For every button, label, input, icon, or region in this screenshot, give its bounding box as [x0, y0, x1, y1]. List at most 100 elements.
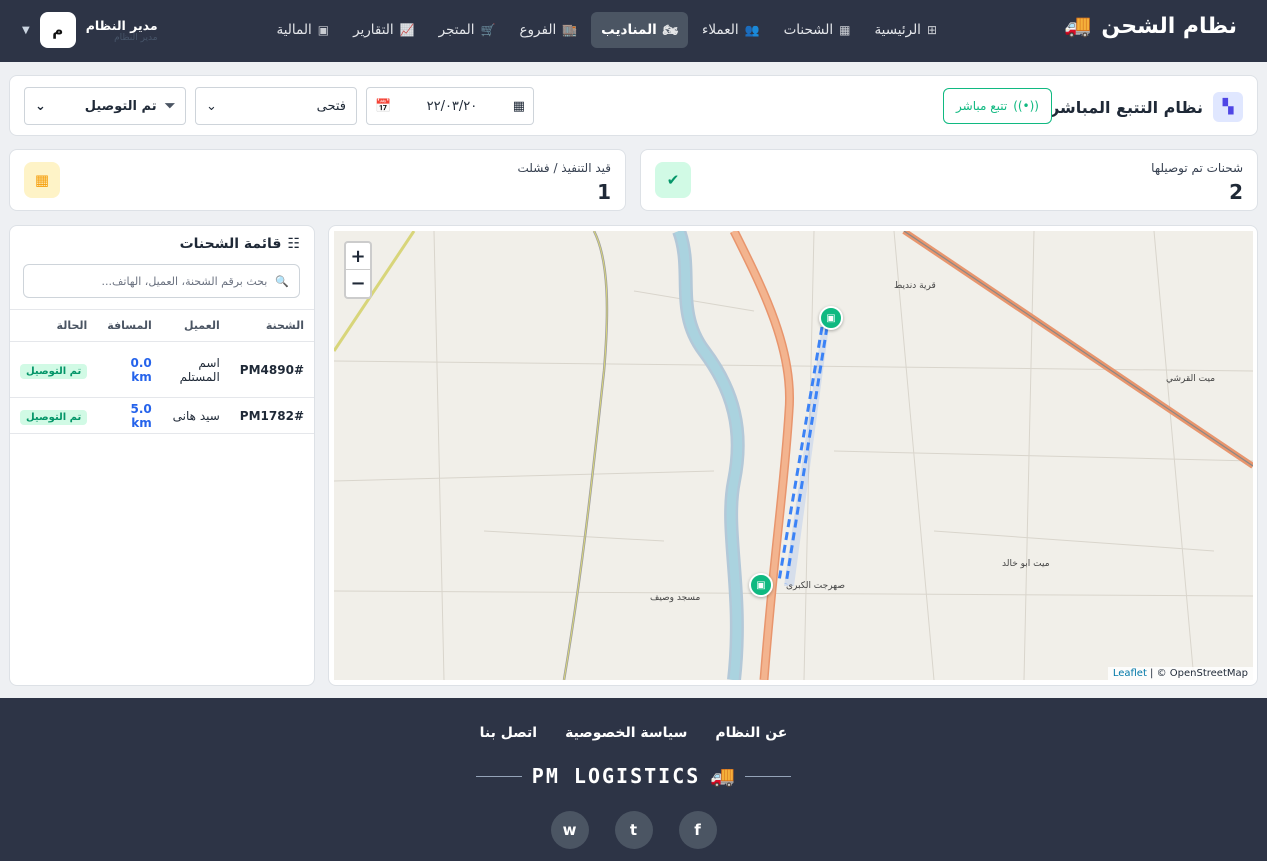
- nav-item-label: الشحنات: [783, 22, 834, 38]
- clipboard-check-icon: ✔: [655, 162, 691, 198]
- main-menu: ⊞ الرئيسية ▦ الشحنات 👥 العملاء 🏍 المناديب 🏬 ا…: [267, 12, 948, 48]
- customer-name: اسم المستلم: [161, 341, 230, 398]
- table-row[interactable]: #PM1782 سيد هانى 5.0 km تم التوصيل: [10, 397, 314, 434]
- map-label: صهرجت الكبرى: [786, 581, 845, 591]
- status-cell: تم التوصيل: [10, 341, 98, 398]
- footer-link-about[interactable]: عن النظام: [715, 725, 787, 741]
- motorcycle-icon: 🏍: [662, 23, 679, 37]
- status-cell: تم التوصيل: [10, 397, 98, 434]
- map-label: مسجد وصيف: [650, 593, 701, 603]
- driver-select[interactable]: ⌄ فتحى: [195, 87, 357, 125]
- nav-item-shipments[interactable]: ▦ الشحنات: [774, 12, 861, 48]
- tracking-toolbar: ▚ نظام التتبع المباشر ((•)) تتبع مباشر 📅…: [9, 75, 1258, 136]
- nav-item-label: المالية: [276, 22, 312, 38]
- users-icon: 👥: [744, 23, 760, 37]
- chevron-down-icon: ⌄: [206, 98, 217, 114]
- column-header: الحالة: [10, 309, 98, 342]
- date-value: ٢٢/٠٣/٢٠: [426, 98, 478, 114]
- map-icon: ▚: [1213, 92, 1243, 122]
- leaflet-link[interactable]: Leaflet: [1113, 668, 1147, 679]
- date-input[interactable]: 📅 ٢٢/٠٣/٢٠ ▦: [366, 87, 534, 125]
- distance: 0.0 km: [97, 341, 162, 398]
- osm-credit[interactable]: © OpenStreetMap: [1157, 668, 1248, 679]
- zoom-in-button[interactable]: +: [346, 243, 370, 270]
- truck-icon: 🚚: [710, 764, 736, 788]
- stat-label: شحنات تم توصيلها: [1151, 161, 1243, 175]
- table-header-row: الشحنة العميل المسافة الحالة: [10, 309, 314, 342]
- nav-item-couriers[interactable]: 🏍 المناديب: [591, 12, 689, 48]
- filter-icon: ⏷: [164, 98, 175, 114]
- status-select[interactable]: ⌄ تم التوصيل ⏷: [24, 87, 186, 125]
- chart-line-icon: 📈: [399, 23, 415, 37]
- nav-item-label: الرئيسية: [874, 22, 921, 38]
- map-label: ميت القرشي: [1166, 374, 1216, 384]
- shipments-panel-title-text: قائمة الشحنات: [179, 236, 282, 252]
- nav-item-finance[interactable]: ▣ المالية: [267, 12, 340, 48]
- map[interactable]: ▣ ▣ قرية دنديط ميت القرشي ميت ابو خالد ص…: [334, 231, 1253, 680]
- page-title: ▚ نظام التتبع المباشر: [1050, 92, 1243, 122]
- nav-item-home[interactable]: ⊞ الرئيسية: [864, 12, 947, 48]
- shipments-panel: ☷ قائمة الشحنات 🔍 بحث برقم الشحنة، العمي…: [9, 225, 315, 686]
- wallet-icon: ▣: [317, 23, 330, 37]
- live-tracking-button[interactable]: ((•)) تتبع مباشر: [943, 88, 1052, 124]
- box-icon: ▦: [839, 23, 851, 37]
- stat-label: قيد التنفيذ / فشلت: [517, 161, 611, 175]
- page-title-text: نظام التتبع المباشر: [1050, 97, 1203, 117]
- nav-item-label: الفروع: [519, 22, 557, 38]
- brand-title: نظام الشحن: [1101, 14, 1237, 39]
- brand[interactable]: نظام الشحن 🚚: [1064, 14, 1237, 39]
- facebook-icon[interactable]: f: [678, 811, 717, 849]
- footer-link-privacy[interactable]: سياسة الخصوصية: [565, 725, 687, 741]
- stat-card-pending: قيد التنفيذ / فشلت 1 ▦: [9, 149, 626, 211]
- nav-item-label: المتجر: [438, 22, 475, 38]
- nav-item-branches[interactable]: 🏬 الفروع: [509, 12, 587, 48]
- map-attribution: Leaflet | © OpenStreetMap: [1107, 667, 1253, 680]
- shipment-marker[interactable]: ▣: [749, 573, 773, 597]
- distance: 5.0 km: [97, 397, 162, 434]
- shipments-panel-title: ☷ قائمة الشحنات: [180, 236, 300, 252]
- footer: عن النظام سياسة الخصوصية اتصل بنا 🚚 PM L…: [0, 698, 1267, 861]
- table-row[interactable]: #PM4890 اسم المستلم 0.0 km تم التوصيل: [10, 341, 314, 398]
- store-icon: 🏬: [562, 23, 578, 37]
- footer-logo: 🚚 PM LOGISTICS: [0, 764, 1267, 788]
- chevron-down-icon: ⌄: [35, 98, 46, 114]
- nav-item-label: العملاء: [702, 22, 739, 38]
- status-badge: تم التوصيل: [20, 363, 88, 379]
- stat-value: 2: [1229, 180, 1243, 204]
- shipment-id: #PM1782: [229, 397, 314, 434]
- top-navbar: نظام الشحن 🚚 ⊞ الرئيسية ▦ الشحنات 👥 العملاء…: [0, 0, 1267, 62]
- avatar: م: [39, 12, 76, 48]
- footer-link-contact[interactable]: اتصل بنا: [480, 725, 537, 741]
- list-icon: ☷: [287, 236, 300, 252]
- stat-value: 1: [597, 180, 611, 204]
- user-info: مدير النظام مدير النظام: [86, 18, 158, 43]
- column-header: المسافة: [97, 309, 162, 342]
- twitter-icon[interactable]: t: [614, 811, 653, 849]
- footer-logo-text: PM LOGISTICS: [531, 764, 701, 788]
- signal-icon: ((•)): [1013, 99, 1039, 113]
- status-select-content: تم التوصيل ⏷: [85, 99, 175, 114]
- map-card: ▣ ▣ قرية دنديط ميت القرشي ميت ابو خالد ص…: [328, 225, 1258, 686]
- customer-name: سيد هانى: [161, 397, 230, 434]
- nav-item-reports[interactable]: 📈 التقارير: [343, 12, 425, 48]
- caret-down-icon: ▼: [22, 24, 30, 36]
- shipment-marker[interactable]: ▣: [819, 306, 843, 330]
- social-links: f t w: [0, 811, 1267, 849]
- zoom-control: + −: [344, 241, 372, 299]
- column-header: العميل: [161, 309, 230, 342]
- map-label: ميت ابو خالد: [1002, 559, 1050, 569]
- footer-links: عن النظام سياسة الخصوصية اتصل بنا: [0, 725, 1267, 741]
- shipment-id: #PM4890: [229, 341, 314, 398]
- driver-select-value: فتحى: [316, 98, 346, 114]
- user-name: مدير النظام: [85, 17, 158, 33]
- stat-card-delivered: شحنات تم توصيلها 2 ✔: [640, 149, 1258, 211]
- shipment-search-input[interactable]: 🔍 بحث برقم الشحنة، العميل، الهاتف...: [23, 264, 300, 298]
- whatsapp-icon[interactable]: w: [550, 811, 589, 849]
- column-header: الشحنة: [229, 309, 314, 342]
- box-open-icon: ▦: [24, 162, 60, 198]
- search-placeholder: بحث برقم الشحنة، العميل، الهاتف...: [101, 274, 268, 288]
- nav-item-shop[interactable]: 🛒 المتجر: [429, 12, 506, 48]
- user-menu[interactable]: مدير النظام مدير النظام م ▼: [22, 12, 158, 48]
- zoom-out-button[interactable]: −: [346, 270, 370, 297]
- nav-item-customers[interactable]: 👥 العملاء: [692, 12, 770, 48]
